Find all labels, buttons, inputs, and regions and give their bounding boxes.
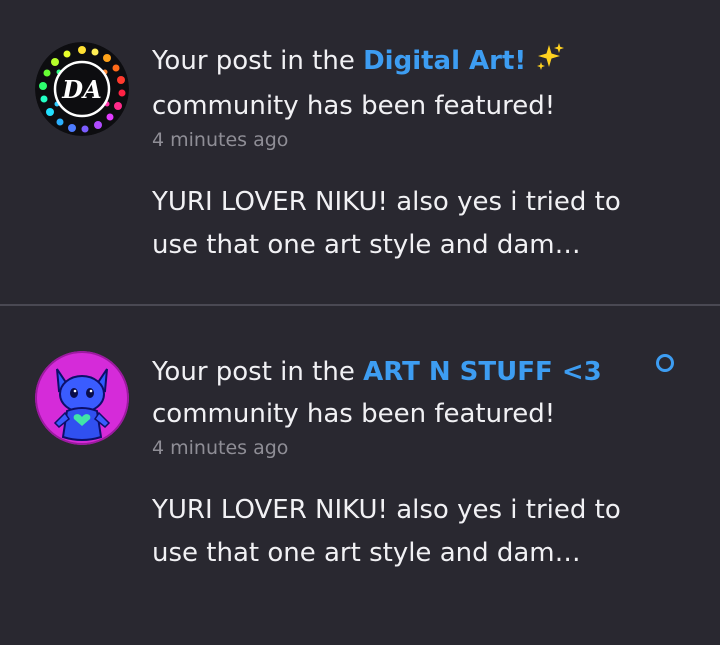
headline-suffix: community has been featured! [152,91,556,121]
post-excerpt[interactable]: YURI LOVER NIKU! also yes i tried to use… [152,489,622,575]
notification-item[interactable]: Your post in the ART N STUFF <3 communit… [0,306,720,645]
notification-time: 4 minutes ago [152,437,289,459]
avatar-logo-text: DA [61,75,101,104]
notification-text: Your post in the ART N STUFF <3 communit… [152,351,672,575]
notification-text: Your post in the Digital Art! community … [152,40,672,267]
community-avatar[interactable]: DA [35,42,129,136]
digital-art-logo-icon: DA [35,42,129,136]
community-link[interactable]: ART N STUFF <3 [363,357,602,387]
headline-prefix: Your post in the [152,46,355,76]
headline-prefix: Your post in the [152,357,355,387]
community-avatar[interactable] [35,351,129,445]
notification-feed: DA Your post in the Digital Art! communi… [0,0,720,645]
notification-headline: Your post in the ART N STUFF <3 communit… [152,351,672,435]
community-link[interactable]: Digital Art! [363,46,526,76]
notification-item[interactable]: DA Your post in the Digital Art! communi… [0,0,720,304]
unread-indicator-icon [656,354,674,372]
headline-suffix: community has been featured! [152,399,556,429]
sparkle-icon [535,42,565,85]
blue-character-avatar-icon [35,351,129,445]
notification-headline: Your post in the Digital Art! community … [152,40,672,127]
notification-time: 4 minutes ago [152,129,289,151]
post-excerpt[interactable]: YURI LOVER NIKU! also yes i tried to use… [152,181,672,267]
